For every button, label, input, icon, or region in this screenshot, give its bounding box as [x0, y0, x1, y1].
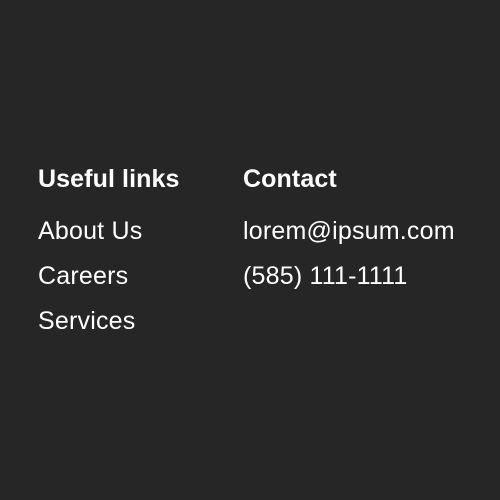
list-item: Services — [38, 299, 180, 344]
email-link[interactable]: lorem@ipsum.com — [243, 217, 455, 245]
useful-links-column: Useful links About Us Careers Services — [38, 163, 180, 344]
contact-list: lorem@ipsum.com (585) 111-1111 — [243, 209, 455, 299]
list-item: About Us — [38, 209, 180, 254]
useful-links-heading: Useful links — [38, 165, 180, 193]
services-link[interactable]: Services — [38, 307, 135, 335]
list-item: Careers — [38, 254, 180, 299]
about-us-link[interactable]: About Us — [38, 217, 142, 245]
phone-link[interactable]: (585) 111-1111 — [243, 262, 407, 290]
footer: Useful links About Us Careers Services C… — [0, 0, 500, 500]
contact-column: Contact lorem@ipsum.com (585) 111-1111 — [243, 163, 455, 299]
useful-links-list: About Us Careers Services — [38, 209, 180, 344]
careers-link[interactable]: Careers — [38, 262, 128, 290]
list-item: lorem@ipsum.com — [243, 209, 455, 254]
contact-heading: Contact — [243, 165, 337, 193]
list-item: (585) 111-1111 — [243, 254, 455, 299]
